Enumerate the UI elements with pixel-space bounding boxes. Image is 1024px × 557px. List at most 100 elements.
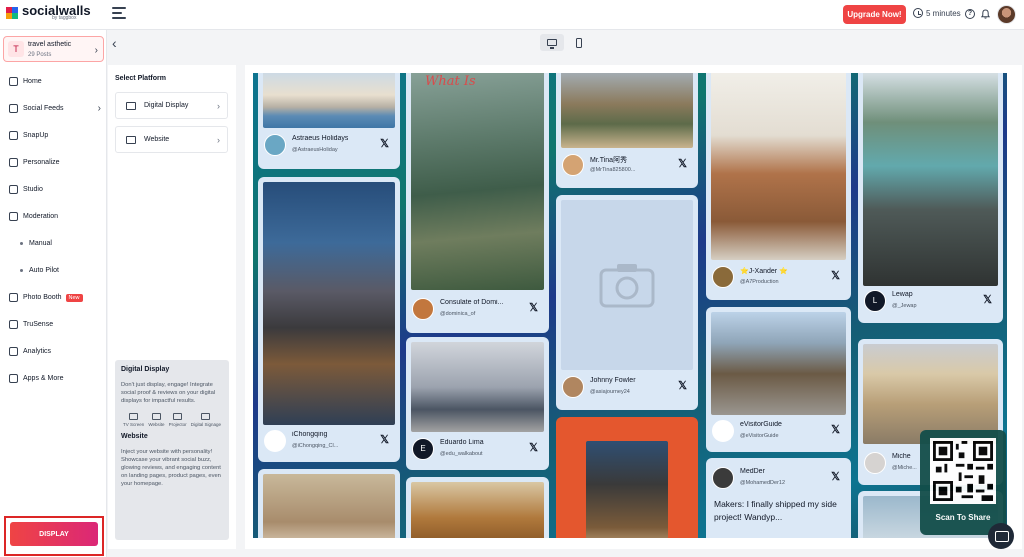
sidebar-item-home[interactable]: Home — [0, 68, 107, 95]
display-highlight: DISPLAY — [4, 516, 104, 556]
post-card[interactable]: E Eduardo Lima @edu_walkabout 𝕏 — [406, 337, 549, 470]
sidebar-item-social-feeds[interactable]: Social Feeds › — [0, 95, 107, 122]
device-label: Projector — [168, 422, 187, 427]
browser-icon — [126, 135, 136, 144]
analytics-icon — [9, 347, 18, 356]
logo[interactable]: socialwalls by taggbox — [6, 4, 91, 21]
author-handle: @MohamedDer12 — [740, 480, 786, 486]
post-image-placeholder — [561, 200, 693, 370]
sidebar-item-studio[interactable]: Studio — [0, 176, 107, 203]
website-icon — [151, 413, 161, 420]
timer-label: 5 minutes — [926, 8, 961, 18]
platform-digital-display[interactable]: Digital Display › — [115, 92, 228, 119]
bell-icon[interactable] — [981, 9, 990, 19]
post-image — [411, 482, 544, 538]
author-handle: @asiajourney24 — [590, 389, 630, 395]
sidebar-item-label: Manual — [29, 240, 52, 247]
chat-icon[interactable] — [988, 523, 1014, 549]
author-handle: @A7Production — [740, 279, 779, 285]
post-author: Mr.Tina阿秀 @MrTina825800... 𝕏 — [562, 151, 692, 181]
sidebar: T travel asthetic 29 Posts › Home Social… — [0, 30, 107, 557]
post-card[interactable]: Johnny Fowler @asiajourney24 𝕏 — [556, 195, 698, 410]
platform-label: Digital Display — [144, 102, 189, 109]
sidebar-item-label: Moderation — [23, 213, 59, 220]
platform-label: Website — [144, 136, 170, 143]
post-card[interactable] — [406, 477, 549, 538]
wall-selector[interactable]: T travel asthetic 29 Posts › — [3, 36, 104, 62]
post-card[interactable]: Mr.Tina阿秀 @MrTina825800... 𝕏 — [556, 73, 698, 188]
post-card[interactable]: iChongqing @iChongqing_Cl... 𝕏 — [258, 177, 400, 462]
author-name: Eduardo Lima — [440, 439, 484, 446]
qr-code-icon — [930, 438, 996, 504]
author-name: iChongqing — [292, 431, 328, 438]
home-icon — [9, 77, 18, 86]
author-handle: @AstraeusHoliday — [292, 147, 338, 153]
post-author: Astraeus Holidays @AstraeusHoliday 𝕏 — [264, 131, 394, 161]
post-image — [263, 73, 395, 128]
x-logo-icon: 𝕏 — [529, 302, 538, 314]
author-handle: @_Jewap — [892, 303, 917, 309]
sidebar-item-analytics[interactable]: Analytics — [0, 338, 107, 365]
chevron-right-icon: › — [97, 103, 101, 114]
post-card[interactable]: L Lewap @_Jewap 𝕏 — [858, 73, 1003, 323]
post-card[interactable]: What Is Consulate of Domi... @dominica_o… — [406, 73, 549, 333]
x-logo-icon: 𝕏 — [831, 424, 840, 436]
sub-bar: ‹ — [108, 30, 1024, 57]
bullet-icon — [20, 269, 23, 272]
bullet-icon — [20, 242, 23, 245]
author-name: Consulate of Domi... — [440, 299, 504, 306]
sidebar-item-personalize[interactable]: Personalize — [0, 149, 107, 176]
help-icon[interactable]: ? — [965, 9, 975, 19]
post-card[interactable]: Astraeus Holidays @AstraeusHoliday 𝕏 — [258, 73, 400, 169]
author-name: Miche — [892, 453, 911, 460]
qr-share-card[interactable]: Scan To Share — [920, 430, 1006, 535]
author-avatar — [562, 376, 584, 398]
sidebar-item-label: Auto Pilot — [29, 267, 59, 274]
chevron-right-icon: › — [217, 100, 220, 111]
x-logo-icon: 𝕏 — [380, 434, 389, 446]
author-name: Johnny Fowler — [590, 377, 636, 384]
sidebar-item-label: Photo Booth — [23, 294, 62, 301]
author-name: Astraeus Holidays — [292, 135, 349, 142]
timer[interactable]: 5 minutes — [913, 8, 961, 18]
mobile-view-button[interactable] — [570, 34, 588, 51]
post-card[interactable]: eVisitorGuide @eVisitorGuide 𝕏 — [706, 307, 851, 452]
author-handle: @iChongqing_Cl... — [292, 443, 339, 449]
post-card[interactable]: ⭐J-Xander ⭐ @A7Production 𝕏 — [706, 73, 851, 300]
desktop-view-button[interactable] — [540, 34, 564, 51]
sidebar-item-snapup[interactable]: SnapUp — [0, 122, 107, 149]
phone-icon — [576, 37, 582, 48]
display-button[interactable]: DISPLAY — [10, 522, 98, 546]
post-card[interactable] — [258, 469, 400, 538]
author-avatar — [264, 430, 286, 452]
device-label: Digital Signage — [190, 422, 221, 427]
apps-icon — [9, 374, 18, 383]
studio-icon — [9, 185, 18, 194]
author-avatar — [412, 298, 434, 320]
sidebar-item-photo-booth[interactable]: Photo Booth New — [0, 284, 107, 311]
sidebar-nav: Home Social Feeds › SnapUp Personalize St… — [0, 68, 107, 392]
new-badge: New — [65, 293, 83, 302]
post-card[interactable]: MedDer @MohamedDer12 𝕏 Makers: I finally… — [706, 458, 851, 538]
sidebar-item-trusense[interactable]: TruSense — [0, 311, 107, 338]
platform-website[interactable]: Website › — [115, 126, 228, 153]
author-avatar — [864, 452, 886, 474]
wall-post-count: 29 Posts — [28, 52, 52, 58]
sidebar-item-manual[interactable]: Manual — [0, 230, 107, 257]
chevron-right-icon: › — [217, 134, 220, 145]
sidebar-item-moderation[interactable]: Moderation — [0, 203, 107, 230]
feeds-icon — [9, 104, 18, 113]
logo-icon — [6, 7, 18, 19]
sidebar-item-apps-more[interactable]: Apps & More — [0, 365, 107, 392]
post-image: What Is — [411, 73, 544, 290]
sidebar-item-auto-pilot[interactable]: Auto Pilot — [0, 257, 107, 284]
back-arrow-icon[interactable]: ‹ — [112, 35, 117, 51]
clock-icon — [913, 8, 923, 18]
user-avatar[interactable] — [997, 5, 1016, 24]
menu-toggle-icon[interactable] — [112, 7, 126, 19]
camera-icon — [9, 293, 18, 302]
post-author: E Eduardo Lima @edu_walkabout 𝕏 — [412, 435, 543, 465]
sidebar-item-label: Analytics — [23, 348, 52, 355]
upgrade-button[interactable]: Upgrade Now! — [843, 5, 906, 24]
post-card[interactable] — [556, 417, 698, 538]
